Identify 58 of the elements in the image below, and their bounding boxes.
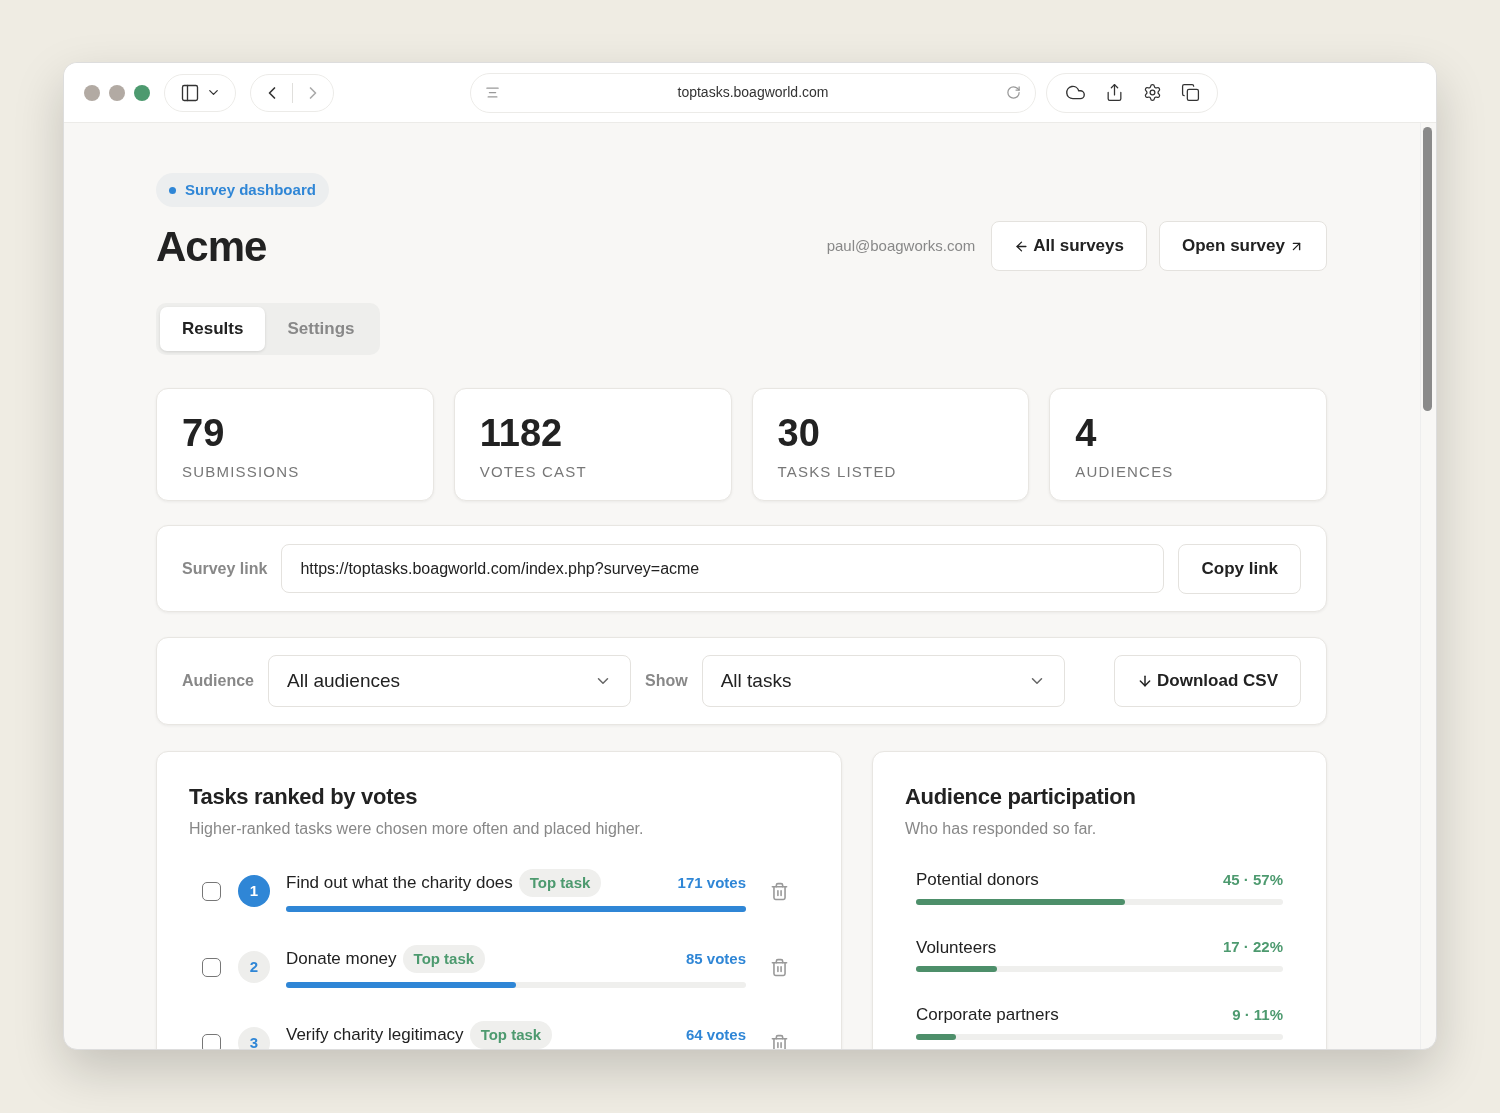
stat-label: SUBMISSIONS <box>182 462 301 482</box>
audience-reading: 9 · 11% <box>1232 1004 1283 1025</box>
filter-label: Audience <box>182 671 254 691</box>
vote-count: 85 votes <box>685 948 746 969</box>
audience-name: Corporate partners <box>916 1004 1059 1026</box>
url-text: toptasks.boagworld.com <box>676 83 830 102</box>
task-checkbox[interactable] <box>202 882 221 901</box>
audience-reading: 17 · 22% <box>1222 937 1283 957</box>
survey-link-label: Survey link <box>182 558 268 579</box>
stat-label: VOTES CAST <box>479 462 588 482</box>
top-task-tag: Top task <box>518 869 602 897</box>
zoom-light[interactable] <box>134 84 150 101</box>
trash-icon[interactable] <box>770 1034 789 1049</box>
filter-select[interactable]: All tasks <box>701 655 1065 707</box>
task-checkbox[interactable] <box>202 1034 221 1049</box>
panel-subtitle: Who has responded so far. <box>905 819 1098 839</box>
minimize-light[interactable] <box>109 84 125 101</box>
survey-link-field[interactable]: https://toptasks.boagworld.com/index.php?survey=acme <box>281 544 1165 593</box>
stat-value: 4 <box>1075 411 1098 455</box>
close-light[interactable] <box>84 84 100 101</box>
trash-icon[interactable] <box>770 882 789 901</box>
tab[interactable]: Results <box>160 307 266 351</box>
stat-value: 1182 <box>479 411 564 455</box>
top-task-tag: Top task <box>402 945 486 973</box>
panel-title: Tasks ranked by votes <box>189 783 419 811</box>
open-survey-button[interactable]: Open survey <box>1159 221 1327 271</box>
vote-count: 171 votes <box>677 872 746 893</box>
scrollbar-thumb[interactable] <box>1423 127 1432 411</box>
download-csv-button[interactable]: Download CSV <box>1114 655 1301 707</box>
top-task-tag: Top task <box>469 1021 553 1049</box>
copy-link-button[interactable]: Copy link <box>1178 543 1301 594</box>
tabs-icon[interactable] <box>1180 83 1200 102</box>
task-name: Verify charity legitimacy <box>286 1024 464 1047</box>
audience-name: Volunteers <box>916 936 997 959</box>
reload-icon[interactable] <box>1006 85 1021 100</box>
settings-icon[interactable] <box>1142 83 1162 102</box>
task-checkbox[interactable] <box>202 958 221 977</box>
trash-icon[interactable] <box>770 958 789 977</box>
arrow-left-icon <box>1014 238 1030 254</box>
filter-label: Show <box>645 671 688 691</box>
stat-label: AUDIENCES <box>1075 462 1175 482</box>
badge-text: Survey dashboard <box>185 179 316 200</box>
vote-count: 64 votes <box>685 1024 746 1045</box>
panel-subtitle: Higher-ranked tasks were chosen more often and placed higher. <box>189 819 645 839</box>
stat-label: TASKS LISTED <box>777 462 898 482</box>
stat-value: 79 <box>182 411 226 455</box>
reader-icon[interactable] <box>485 85 500 100</box>
all-surveys-button[interactable]: All surveys <box>991 221 1147 271</box>
stat-value: 30 <box>777 411 821 455</box>
task-name: Find out what the charity does <box>286 872 513 895</box>
user-email: paul@boagworks.com <box>826 235 976 256</box>
panel-title: Audience participation <box>905 783 1137 811</box>
task-name: Donate money <box>286 948 397 971</box>
filter-select[interactable]: All audiences <box>268 655 631 707</box>
sidebar-icon <box>179 82 200 103</box>
page-title: Acme <box>156 221 267 272</box>
audience-reading: 45 · 57% <box>1222 869 1283 890</box>
audience-name: Potential donors <box>916 869 1039 891</box>
